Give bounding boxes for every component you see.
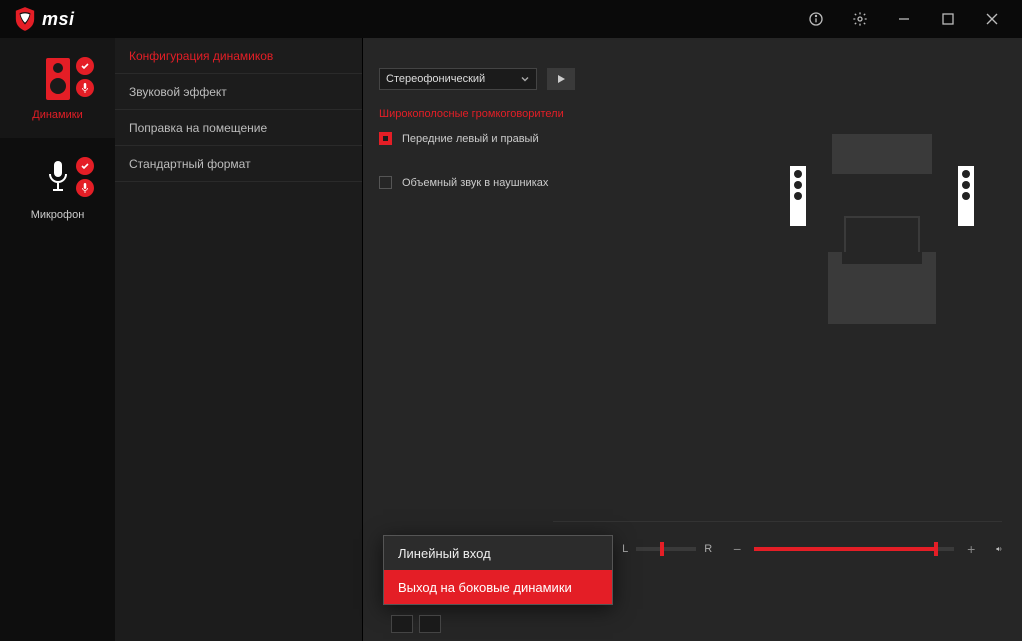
volume-increase-button[interactable]: + <box>964 541 978 557</box>
balance-right-label: R <box>704 543 712 555</box>
balance-control: L R <box>622 543 712 555</box>
diagram-chair <box>828 264 936 324</box>
output-device-popup: Линейный вход Выход на боковые динамики <box>383 535 613 605</box>
device-sidebar: Динамики Микрофон <box>0 38 115 641</box>
popup-item-side-speakers[interactable]: Выход на боковые динамики <box>384 570 612 604</box>
device-speakers[interactable]: Динамики <box>0 38 115 138</box>
brand-text: msi <box>42 9 75 30</box>
popup-item-line-in[interactable]: Линейный вход <box>384 536 612 570</box>
volume-bar: Главная громкость L R − + <box>553 521 1002 551</box>
connector-icon-2[interactable] <box>419 615 441 633</box>
microphone-icon <box>45 159 71 199</box>
nav-sound-effect[interactable]: Звуковой эффект <box>115 74 362 110</box>
maximize-button[interactable] <box>926 4 970 34</box>
play-icon <box>556 74 566 84</box>
device-speakers-label: Динамики <box>32 109 82 121</box>
check-badge-icon <box>76 57 94 75</box>
info-button[interactable] <box>794 4 838 34</box>
volume-decrease-button[interactable]: − <box>730 541 744 557</box>
device-microphone[interactable]: Микрофон <box>0 138 115 238</box>
volume-slider[interactable] <box>754 547 954 551</box>
settings-nav: Конфигурация динамиков Звуковой эффект П… <box>115 38 363 641</box>
maximize-icon <box>940 11 956 27</box>
speaker-layout-diagram <box>782 134 982 344</box>
close-button[interactable] <box>970 4 1014 34</box>
speaker-config-select[interactable]: Стереофонический <box>379 68 537 90</box>
checkbox-headphone-surround-label: Объемный звук в наушниках <box>402 177 548 189</box>
play-test-button[interactable] <box>547 68 575 90</box>
checkbox-front-lr[interactable] <box>379 132 392 145</box>
device-microphone-label: Микрофон <box>31 209 85 221</box>
minimize-icon <box>896 11 912 27</box>
diagram-speaker-left[interactable] <box>790 166 806 226</box>
connector-icon-1[interactable] <box>391 615 413 633</box>
checkbox-front-lr-label: Передние левый и правый <box>402 133 539 145</box>
diagram-speaker-right[interactable] <box>958 166 974 226</box>
content-pane: Стереофонический Широкополосные громкого… <box>363 38 1022 641</box>
info-icon <box>808 11 824 27</box>
mic-badge-icon <box>76 79 94 97</box>
titlebar: msi <box>0 0 1022 38</box>
gear-icon <box>852 11 868 27</box>
nav-speaker-config[interactable]: Конфигурация динамиков <box>115 38 362 74</box>
balance-slider[interactable] <box>636 547 696 551</box>
checkbox-headphone-surround[interactable] <box>379 176 392 189</box>
speaker-volume-icon[interactable] <box>996 542 1002 556</box>
diagram-desk <box>844 216 920 252</box>
settings-button[interactable] <box>838 4 882 34</box>
brand-logo: msi <box>14 6 75 32</box>
close-icon <box>984 11 1000 27</box>
minimize-button[interactable] <box>882 4 926 34</box>
nav-default-format[interactable]: Стандартный формат <box>115 146 362 182</box>
mic-badge-icon <box>76 179 94 197</box>
check-badge-icon <box>76 157 94 175</box>
chevron-down-icon <box>520 74 530 84</box>
diagram-monitor <box>832 134 932 174</box>
nav-room-correction[interactable]: Поправка на помещение <box>115 110 362 146</box>
balance-left-label: L <box>622 543 628 555</box>
speaker-icon <box>45 57 71 101</box>
section-title: Широкополосные громкоговорители <box>379 108 564 120</box>
select-value: Стереофонический <box>386 73 485 85</box>
msi-shield-icon <box>14 6 36 32</box>
